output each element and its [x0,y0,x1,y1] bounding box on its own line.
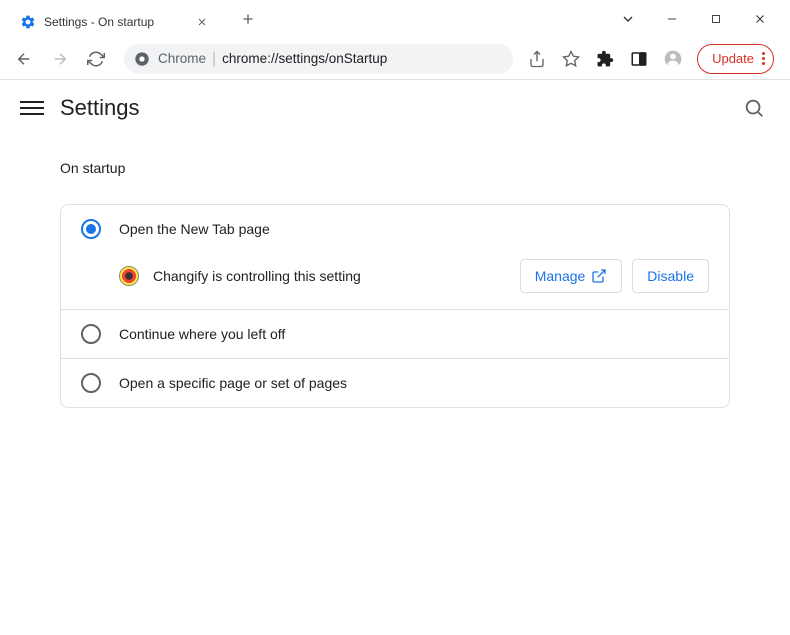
gear-icon [20,14,36,30]
update-button[interactable]: Update [697,44,774,74]
close-button[interactable] [750,9,770,29]
star-icon[interactable] [561,49,581,69]
forward-button[interactable] [46,45,74,73]
update-label: Update [712,51,754,66]
tab-title: Settings - On startup [44,15,154,29]
radio-label: Open a specific page or set of pages [119,375,347,391]
manage-button[interactable]: Manage [520,259,623,293]
chevron-down-icon[interactable] [618,9,638,29]
startup-options-card: Open the New Tab page Changify is contro… [60,204,730,408]
option-specific-pages[interactable]: Open a specific page or set of pages [61,358,729,407]
settings-content: On startup Open the New Tab page Changif… [0,136,790,436]
window-titlebar: Settings - On startup [0,0,790,38]
browser-toolbar: Chrome | chrome://settings/onStartup Upd… [0,38,790,80]
maximize-button[interactable] [706,9,726,29]
browser-tab[interactable]: Settings - On startup [8,6,222,38]
url-path: chrome://settings/onStartup [222,51,387,66]
extension-notice-text: Changify is controlling this setting [153,268,506,284]
address-bar[interactable]: Chrome | chrome://settings/onStartup [124,44,513,74]
menu-dots-icon [762,52,765,65]
radio-label: Continue where you left off [119,326,285,342]
profile-icon[interactable] [663,49,683,69]
back-button[interactable] [10,45,38,73]
url-divider: | [212,50,216,68]
extension-notice: Changify is controlling this setting Man… [61,253,729,309]
extension-actions: Manage Disable [520,259,709,293]
external-link-icon [591,268,607,284]
radio-unselected-icon[interactable] [81,373,101,393]
minimize-button[interactable] [662,9,682,29]
close-tab-icon[interactable] [194,14,210,30]
section-title: On startup [0,148,790,188]
hamburger-menu-button[interactable] [20,96,44,120]
manage-label: Manage [535,268,586,284]
disable-label: Disable [647,268,694,284]
extensions-icon[interactable] [595,49,615,69]
search-button[interactable] [742,96,766,120]
page-title: Settings [60,95,140,121]
url-prefix: Chrome [158,51,206,66]
radio-label: Open the New Tab page [119,221,270,237]
radio-selected-icon[interactable] [81,219,101,239]
window-controls [618,9,790,29]
toolbar-actions: Update [527,44,780,74]
extension-app-icon [119,266,139,286]
disable-button[interactable]: Disable [632,259,709,293]
reload-button[interactable] [82,45,110,73]
chrome-icon [134,51,150,67]
option-new-tab[interactable]: Open the New Tab page [61,205,729,253]
sidepanel-icon[interactable] [629,49,649,69]
option-continue[interactable]: Continue where you left off [61,309,729,358]
radio-unselected-icon[interactable] [81,324,101,344]
new-tab-button[interactable] [234,5,262,33]
settings-header: Settings [0,80,790,136]
share-icon[interactable] [527,49,547,69]
